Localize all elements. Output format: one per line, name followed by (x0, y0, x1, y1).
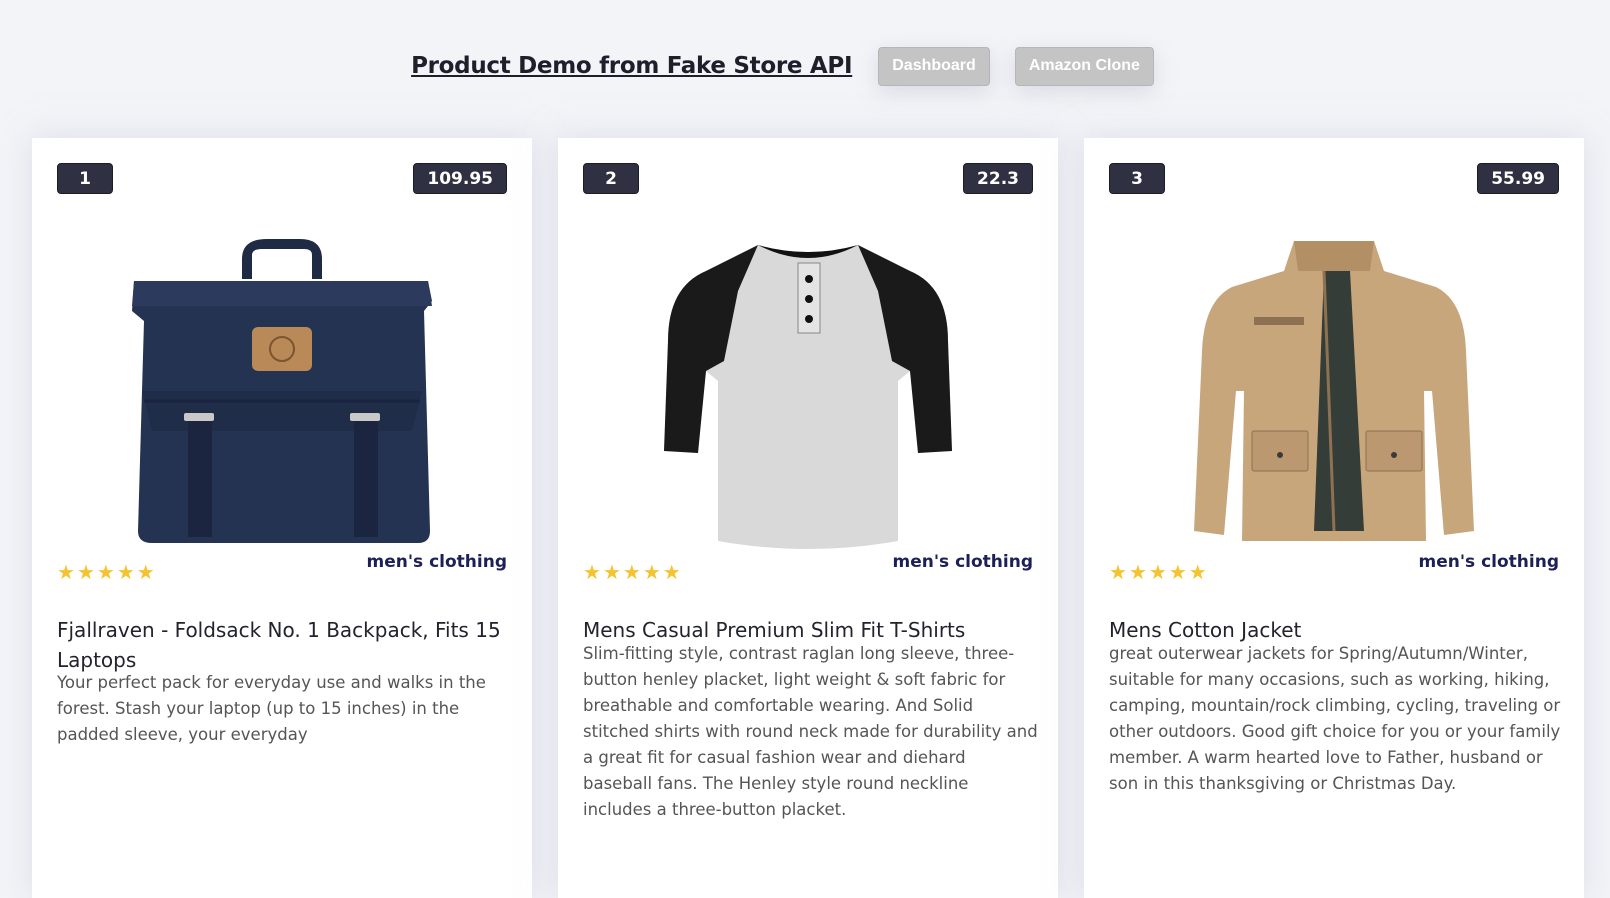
star-icon: ★ (622, 560, 641, 584)
product-id-badge: 1 (57, 163, 113, 194)
star-icon: ★ (1168, 560, 1187, 584)
star-icon: ★ (662, 560, 681, 584)
product-card[interactable]: 2 22.3 ★ ★ ★ ★ ★ men's clothing Mens Cas… (558, 138, 1058, 898)
star-icon: ★ (602, 560, 621, 584)
jacket-image[interactable] (1084, 226, 1584, 556)
product-category: men's clothing (1418, 552, 1560, 572)
product-title[interactable]: Fjallraven - Foldsack No. 1 Backpack, Fi… (57, 615, 507, 675)
rating-stars: ★ ★ ★ ★ ★ (57, 562, 155, 582)
rating-stars: ★ ★ ★ ★ ★ (1109, 562, 1207, 582)
product-card[interactable]: 1 109.95 ★ ★ ★ ★ ★ men's clothing Fjallr… (32, 138, 532, 898)
product-card[interactable]: 3 55.99 ★ ★ ★ ★ ★ men's clothing Mens Co… (1084, 138, 1584, 898)
backpack-image[interactable] (32, 226, 532, 556)
product-price-badge: 55.99 (1477, 163, 1559, 194)
star-icon: ★ (583, 560, 601, 584)
star-icon: ★ (57, 560, 75, 584)
product-description: Your perfect pack for everyday use and w… (57, 673, 486, 744)
star-icon: ★ (1128, 560, 1147, 584)
page-header: Product Demo from Fake Store API Dashboa… (0, 40, 1610, 92)
star-icon: ★ (1148, 560, 1167, 584)
product-price-badge: 109.95 (413, 163, 507, 194)
product-category: men's clothing (892, 552, 1034, 572)
star-icon: ★ (642, 560, 661, 584)
page-title[interactable]: Product Demo from Fake Store API (411, 53, 852, 79)
product-price-badge: 22.3 (963, 163, 1033, 194)
amazon-clone-button[interactable]: Amazon Clone (1014, 46, 1154, 86)
star-icon: ★ (1188, 560, 1207, 584)
star-icon: ★ (116, 560, 135, 584)
dashboard-button[interactable]: Dashboard (878, 46, 990, 86)
star-icon: ★ (1109, 560, 1127, 584)
product-category: men's clothing (366, 552, 508, 572)
product-description: great outerwear jackets for Spring/Autum… (1109, 644, 1561, 793)
product-description: Slim-fitting style, contrast raglan long… (583, 644, 1038, 819)
product-id-badge: 3 (1109, 163, 1165, 194)
star-icon: ★ (96, 560, 115, 584)
rating-stars: ★ ★ ★ ★ ★ (583, 562, 681, 582)
product-id-badge: 2 (583, 163, 639, 194)
star-icon: ★ (136, 560, 155, 584)
star-icon: ★ (76, 560, 95, 584)
tshirt-image[interactable] (558, 226, 1058, 556)
